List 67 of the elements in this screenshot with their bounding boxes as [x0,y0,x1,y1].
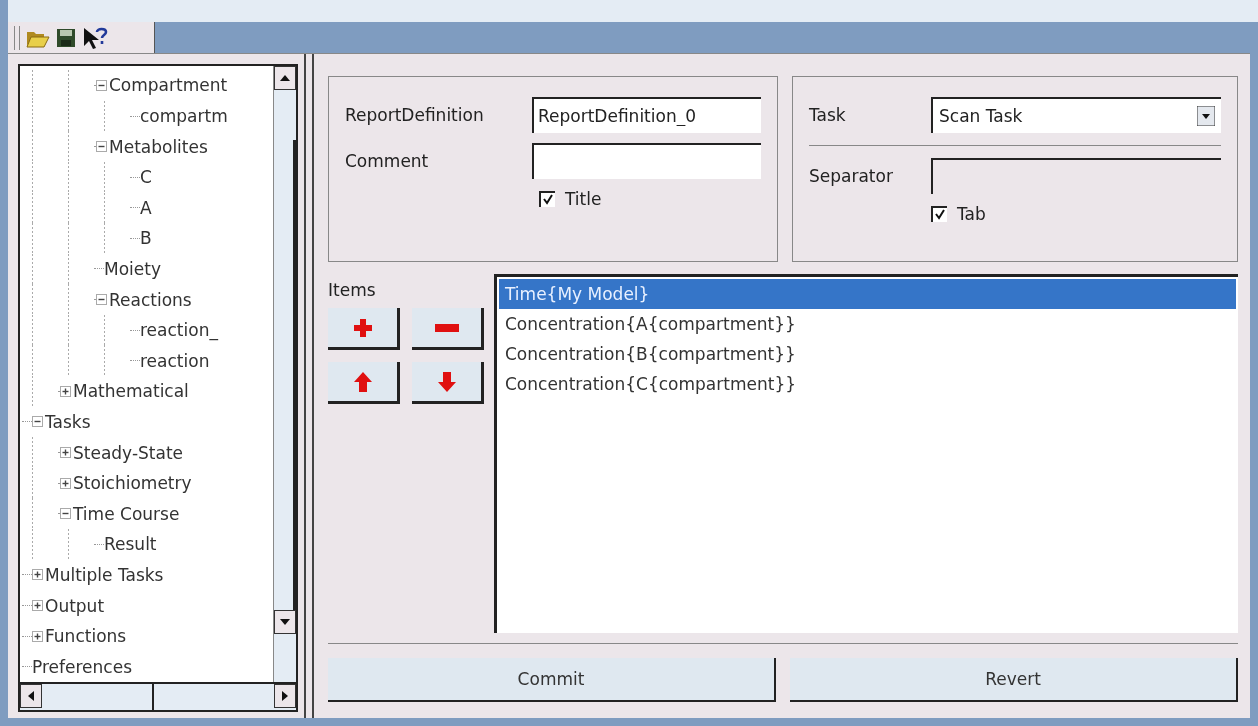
tree-item[interactable]: Result [104,534,157,555]
tree-item[interactable]: Compartment [109,75,228,96]
splitter-handle[interactable] [304,54,314,718]
scroll-right-icon[interactable] [282,691,288,701]
revert-button[interactable]: Revert [790,658,1238,702]
up-arrow-icon [352,370,373,393]
collapse-icon[interactable] [60,508,71,520]
field-label: Task [809,105,847,126]
minus-icon [434,323,459,332]
list-item[interactable]: Concentration{C{compartment}} [499,369,1236,400]
commit-button[interactable]: Commit [328,658,776,702]
tree-item[interactable]: Tasks [45,411,91,432]
expand-icon[interactable] [60,385,71,397]
tree-item[interactable]: Mathematical [73,381,189,402]
title-checkbox[interactable]: Title [539,189,602,210]
tree-item[interactable]: A [140,197,152,218]
vertical-scrollbar[interactable] [273,66,296,682]
add-button[interactable] [328,308,400,351]
tree-item[interactable]: reaction [140,350,210,371]
list-item[interactable]: Concentration{B{compartment}} [499,339,1236,370]
expand-icon[interactable] [32,569,43,581]
checkmark-icon [542,194,554,207]
task-dropdown[interactable]: Scan Task [931,97,1221,134]
plus-icon [352,317,373,338]
field-label: Separator [809,166,894,187]
tree-item[interactable]: Steady-State [73,442,184,463]
collapse-icon[interactable] [96,294,107,306]
horizontal-scrollbar[interactable] [18,682,298,712]
tree-item[interactable]: Time Course [73,503,180,524]
tab-checkbox[interactable]: Tab [931,204,986,225]
expand-icon[interactable] [60,477,71,489]
tree-item[interactable]: Multiple Tasks [45,564,164,585]
scroll-up-icon[interactable] [280,75,290,82]
tree-item[interactable]: compartm [140,106,228,126]
down-arrow-icon [436,370,457,393]
collapse-icon[interactable] [96,141,107,153]
move-up-button[interactable] [328,362,400,405]
help-pointer-icon[interactable] [82,25,108,50]
list-item[interactable]: Time{My Model} [499,279,1236,310]
tree-item[interactable]: Output [45,595,105,616]
tree-item[interactable]: Preferences [32,656,132,677]
tree-item[interactable]: reaction_ [140,320,218,341]
tree-item[interactable]: Moiety [104,259,161,279]
tree-item[interactable]: Metabolites [109,136,208,157]
tree-item[interactable]: Stoichiometry [73,473,192,494]
scroll-left-icon[interactable] [28,691,34,701]
collapse-icon[interactable] [96,79,107,91]
expand-icon[interactable] [60,447,71,459]
expand-icon[interactable] [32,630,43,642]
items-label: Items [328,279,377,301]
tree-item[interactable]: B [140,228,152,249]
name-field[interactable]: ReportDefinition_0 [532,97,761,134]
tree-item[interactable]: Functions [45,626,127,647]
tree-item[interactable]: C [140,167,152,188]
caret-icon [1197,106,1215,127]
list-item[interactable]: Concentration{A{compartment}} [499,309,1236,340]
expand-icon[interactable] [32,600,43,611]
remove-button[interactable] [412,308,484,351]
tree-item[interactable]: Reactions [109,289,192,310]
comment-field[interactable] [532,143,761,180]
checkmark-icon [934,209,946,222]
save-icon[interactable] [56,27,76,48]
field-label: Comment [345,151,430,172]
collapse-icon[interactable] [32,416,43,428]
move-down-button[interactable] [412,362,484,405]
field-label: ReportDefinition [345,105,485,126]
scroll-down-icon[interactable] [280,619,290,626]
